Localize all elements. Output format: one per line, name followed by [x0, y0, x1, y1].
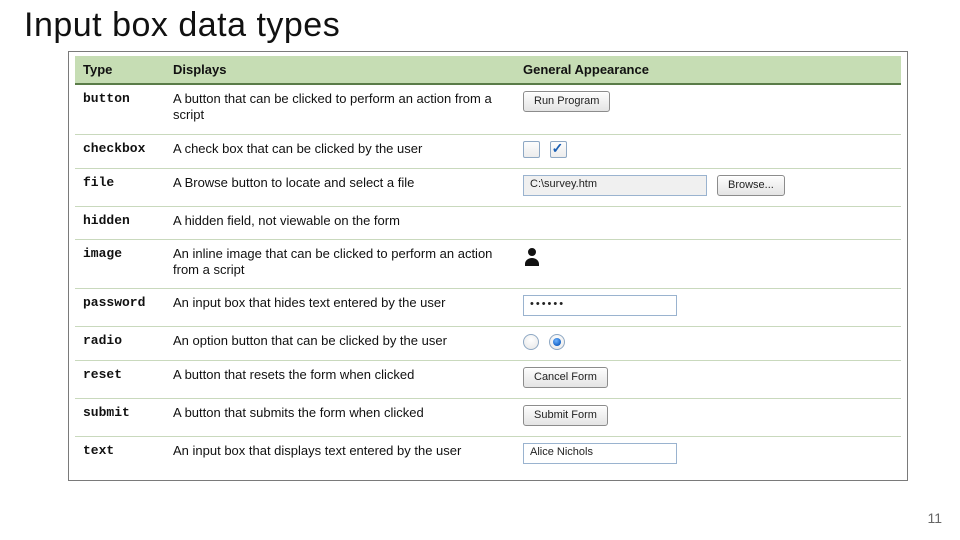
appearance-cell: Cancel Form	[515, 360, 901, 398]
table-row: submit A button that submits the form wh…	[75, 398, 901, 436]
type-label: text	[75, 436, 165, 474]
appearance-cell	[515, 327, 901, 361]
type-description: An inline image that can be clicked to p…	[165, 239, 515, 289]
types-table: Type Displays General Appearance button …	[75, 56, 901, 474]
checkbox-checked-icon[interactable]	[550, 141, 567, 158]
table-row: image An inline image that can be clicke…	[75, 239, 901, 289]
run-program-button[interactable]: Run Program	[523, 91, 610, 112]
appearance-cell	[515, 206, 901, 239]
page-number: 11	[927, 510, 942, 526]
password-field[interactable]: ••••••	[523, 295, 677, 316]
type-description: A button that can be clicked to perform …	[165, 84, 515, 134]
table-row: file A Browse button to locate and selec…	[75, 168, 901, 206]
type-description: A button that resets the form when click…	[165, 360, 515, 398]
radio-unchecked-icon[interactable]	[523, 334, 539, 350]
table-row: checkbox A check box that can be clicked…	[75, 134, 901, 168]
password-mask: ••••••	[530, 298, 565, 310]
appearance-cell: ••••••	[515, 289, 901, 327]
type-label: image	[75, 239, 165, 289]
type-description: An option button that can be clicked by …	[165, 327, 515, 361]
appearance-cell	[515, 239, 901, 289]
appearance-cell	[515, 134, 901, 168]
type-label: hidden	[75, 206, 165, 239]
type-label: radio	[75, 327, 165, 361]
table-row: radio An option button that can be click…	[75, 327, 901, 361]
type-description: A Browse button to locate and select a f…	[165, 168, 515, 206]
submit-form-button[interactable]: Submit Form	[523, 405, 608, 426]
table-row: hidden A hidden field, not viewable on t…	[75, 206, 901, 239]
col-header-appearance: General Appearance	[515, 56, 901, 84]
type-description: An input box that displays text entered …	[165, 436, 515, 474]
browse-button[interactable]: Browse...	[717, 175, 785, 196]
checkbox-unchecked-icon[interactable]	[523, 141, 540, 158]
cancel-form-button[interactable]: Cancel Form	[523, 367, 608, 388]
appearance-cell: Run Program	[515, 84, 901, 134]
types-panel: Type Displays General Appearance button …	[68, 51, 908, 481]
col-header-type: Type	[75, 56, 165, 84]
type-label: checkbox	[75, 134, 165, 168]
table-row: reset A button that resets the form when…	[75, 360, 901, 398]
type-label: password	[75, 289, 165, 327]
type-label: submit	[75, 398, 165, 436]
type-label: file	[75, 168, 165, 206]
type-description: An input box that hides text entered by …	[165, 289, 515, 327]
col-header-displays: Displays	[165, 56, 515, 84]
appearance-cell: Submit Form	[515, 398, 901, 436]
type-description: A hidden field, not viewable on the form	[165, 206, 515, 239]
type-label: button	[75, 84, 165, 134]
person-silhouette-icon[interactable]	[523, 246, 541, 266]
appearance-cell: C:\survey.htm Browse...	[515, 168, 901, 206]
text-field[interactable]: Alice Nichols	[523, 443, 677, 464]
type-description: A check box that can be clicked by the u…	[165, 134, 515, 168]
table-row: text An input box that displays text ent…	[75, 436, 901, 474]
table-row: button A button that can be clicked to p…	[75, 84, 901, 134]
table-row: password An input box that hides text en…	[75, 289, 901, 327]
appearance-cell: Alice Nichols	[515, 436, 901, 474]
page-title: Input box data types	[24, 6, 936, 45]
file-path-field[interactable]: C:\survey.htm	[523, 175, 707, 196]
type-description: A button that submits the form when clic…	[165, 398, 515, 436]
radio-checked-icon[interactable]	[549, 334, 565, 350]
type-label: reset	[75, 360, 165, 398]
